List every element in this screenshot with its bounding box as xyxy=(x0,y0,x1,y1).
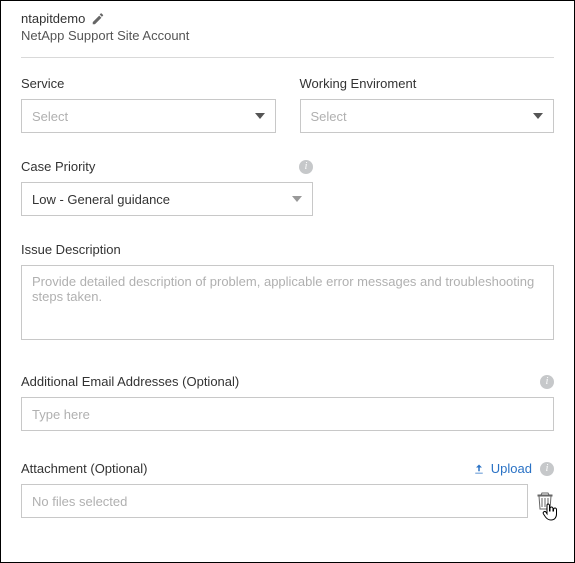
pencil-icon[interactable] xyxy=(91,12,105,26)
attachment-field: Attachment (Optional) Upload i No files … xyxy=(21,461,554,518)
working-env-label: Working Enviroment xyxy=(300,76,417,91)
upload-icon xyxy=(473,463,485,475)
row-service-env: Service Select Working Enviroment Select xyxy=(21,76,554,133)
attachment-label: Attachment (Optional) xyxy=(21,461,147,476)
issue-description-field: Issue Description xyxy=(21,242,554,340)
additional-emails-label: Additional Email Addresses (Optional) xyxy=(21,374,239,389)
case-priority-value: Low - General guidance xyxy=(32,192,170,207)
attachment-no-files: No files selected xyxy=(32,494,127,509)
additional-emails-field: Additional Email Addresses (Optional) i xyxy=(21,374,554,431)
account-header: ntapitdemo xyxy=(21,11,554,26)
chevron-down-icon xyxy=(292,196,302,202)
service-select[interactable]: Select xyxy=(21,99,276,133)
info-icon[interactable]: i xyxy=(299,160,313,174)
issue-description-label: Issue Description xyxy=(21,242,121,257)
trash-icon[interactable] xyxy=(536,491,554,511)
working-env-select[interactable]: Select xyxy=(300,99,555,133)
case-priority-select[interactable]: Low - General guidance xyxy=(21,182,313,216)
row-priority: Case Priority i Low - General guidance xyxy=(21,159,554,216)
working-env-placeholder: Select xyxy=(311,109,347,124)
chevron-down-icon xyxy=(533,113,543,119)
info-icon[interactable]: i xyxy=(540,462,554,476)
issue-description-input[interactable] xyxy=(21,265,554,340)
service-field: Service Select xyxy=(21,76,276,133)
chevron-down-icon xyxy=(255,113,265,119)
upload-label: Upload xyxy=(491,461,532,476)
attachment-file-box[interactable]: No files selected xyxy=(21,484,528,518)
service-placeholder: Select xyxy=(32,109,68,124)
divider xyxy=(21,57,554,58)
upload-button[interactable]: Upload xyxy=(473,461,532,476)
working-env-field: Working Enviroment Select xyxy=(300,76,555,133)
service-label: Service xyxy=(21,76,64,91)
account-subtitle: NetApp Support Site Account xyxy=(21,28,554,43)
info-icon[interactable]: i xyxy=(540,375,554,389)
case-priority-label: Case Priority xyxy=(21,159,95,174)
case-priority-field: Case Priority i Low - General guidance xyxy=(21,159,313,216)
additional-emails-input[interactable] xyxy=(21,397,554,431)
account-name: ntapitdemo xyxy=(21,11,85,26)
